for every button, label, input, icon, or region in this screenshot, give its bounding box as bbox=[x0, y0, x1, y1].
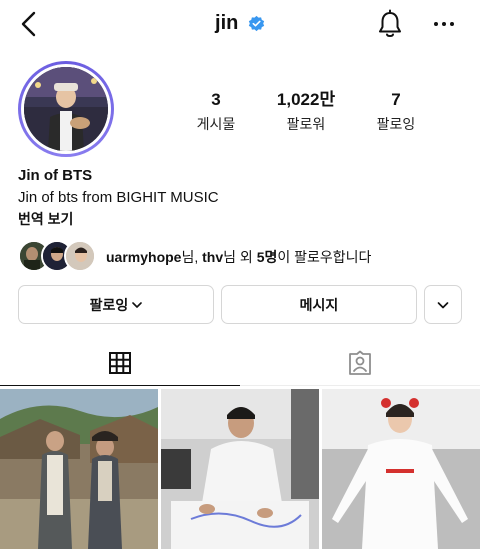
followed-count: 5명 bbox=[256, 249, 278, 265]
post-image bbox=[322, 389, 480, 549]
tagged-person-icon bbox=[349, 350, 371, 375]
more-dots-icon[interactable] bbox=[432, 12, 456, 36]
followers-stat[interactable]: 1,022만 팔로워 bbox=[258, 90, 354, 134]
post-image bbox=[0, 389, 158, 549]
followers-label: 팔로워 bbox=[286, 116, 326, 132]
following-count: 7 bbox=[391, 90, 401, 109]
display-name: Jin of BTS bbox=[18, 167, 93, 184]
bell-icon[interactable] bbox=[376, 9, 404, 39]
followed-by[interactable]: uarmyhope님, thv님 외 5명이 팔로우합니다 bbox=[18, 240, 468, 272]
followed-sep: 님 외 bbox=[223, 249, 257, 265]
post-image bbox=[161, 389, 319, 549]
posts-stat[interactable]: 3 게시물 bbox=[168, 90, 264, 134]
chevron-down-icon bbox=[132, 301, 143, 308]
posts-count: 3 bbox=[211, 90, 221, 109]
followed-sep: 님, bbox=[181, 249, 203, 265]
profile-tabs bbox=[0, 340, 480, 386]
profile-stats: 3 게시물 1,022만 팔로워 7 팔로잉 bbox=[170, 90, 460, 136]
suggested-accounts-button[interactable] bbox=[424, 285, 462, 324]
top-bar: jin bbox=[0, 0, 480, 52]
grid-icon bbox=[109, 351, 131, 374]
following-button[interactable]: 팔로잉 bbox=[18, 285, 214, 324]
post-thumbnail[interactable] bbox=[161, 389, 319, 549]
avatar bbox=[21, 64, 111, 154]
posts-label: 게시물 bbox=[196, 116, 236, 132]
follower-avatar bbox=[64, 240, 96, 272]
post-thumbnail[interactable] bbox=[322, 389, 480, 549]
verified-badge-icon bbox=[248, 16, 265, 32]
post-thumbnail[interactable] bbox=[0, 389, 158, 549]
following-button-label: 팔로잉 bbox=[89, 296, 129, 313]
avatar-photo bbox=[24, 67, 108, 151]
followed-suffix: 이 팔로우합니다 bbox=[277, 249, 372, 265]
followed-user-2[interactable]: thv bbox=[202, 249, 223, 265]
chevron-down-icon bbox=[437, 301, 449, 308]
avatar-ring[interactable] bbox=[18, 61, 114, 157]
following-stat[interactable]: 7 팔로잉 bbox=[348, 90, 444, 134]
message-button[interactable]: 메시지 bbox=[221, 285, 417, 324]
translate-link[interactable]: 번역 보기 bbox=[18, 209, 468, 229]
username-title: jin bbox=[215, 12, 239, 35]
profile-bio: Jin of BTS Jin of bts from BIGHIT MUSIC … bbox=[18, 166, 468, 229]
followers-count: 1,022만 bbox=[276, 90, 336, 109]
tab-tagged[interactable] bbox=[240, 340, 480, 386]
following-label: 팔로잉 bbox=[376, 116, 416, 132]
tab-grid[interactable] bbox=[0, 340, 240, 386]
message-button-label: 메시지 bbox=[299, 296, 339, 313]
page-title: jin bbox=[0, 12, 480, 35]
followed-by-text: uarmyhope님, thv님 외 5명이 팔로우합니다 bbox=[106, 247, 371, 267]
bio-description: Jin of bts from BIGHIT MUSIC bbox=[18, 189, 219, 206]
post-grid bbox=[0, 389, 480, 549]
followed-user-1[interactable]: uarmyhope bbox=[106, 249, 181, 265]
